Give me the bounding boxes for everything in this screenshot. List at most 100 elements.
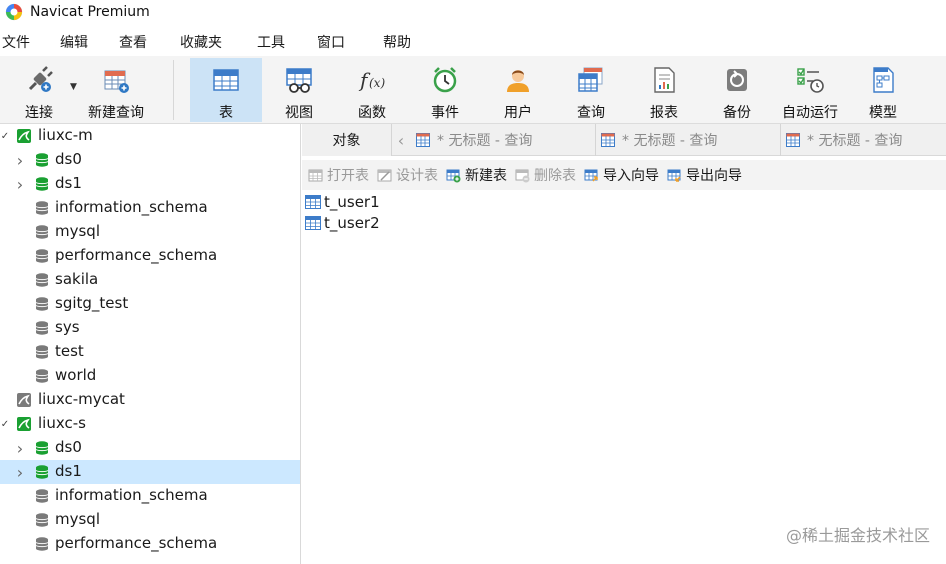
tree-item[interactable]: sakila	[0, 268, 300, 292]
expand-chevron-icon[interactable]: ›	[15, 151, 25, 170]
event-label: 事件	[431, 105, 459, 121]
menu-tools[interactable]: 工具	[255, 32, 287, 52]
database-open-icon	[34, 152, 50, 168]
table-label: 表	[219, 105, 233, 121]
new-query-label: 新建查询	[88, 105, 144, 121]
tree-item[interactable]: performance_schema	[0, 532, 300, 556]
menu-favorites[interactable]: 收藏夹	[178, 32, 224, 52]
function-button[interactable]: f (x) 函数	[343, 58, 401, 122]
tree-connection[interactable]: ✓ liuxc-s	[0, 412, 300, 436]
database-icon	[34, 488, 50, 504]
design-table-button[interactable]: 设计表	[377, 165, 438, 185]
tree-item-label: sys	[55, 318, 80, 336]
tree-item[interactable]: mysql	[0, 508, 300, 532]
tree-item-label: ds0	[55, 438, 82, 456]
tab-query-label: * 无标题 - 查询	[437, 133, 533, 149]
design-table-label: 设计表	[396, 168, 438, 184]
database-icon	[34, 344, 50, 360]
database-open-icon	[34, 440, 50, 456]
svg-text:(x): (x)	[369, 76, 385, 90]
connection-tree[interactable]: ✓ liuxc-m › ds0 › ds1 information_schema mysql p…	[0, 124, 301, 564]
alarm-clock-icon	[429, 64, 461, 96]
tab-query-3[interactable]: * 无标题 - 查询	[782, 124, 946, 156]
tree-item-label: ds0	[55, 150, 82, 168]
tab-query-label: * 无标题 - 查询	[807, 133, 903, 149]
query-button[interactable]: 查询	[562, 58, 620, 122]
tree-item-label: information_schema	[55, 486, 208, 504]
tab-bar: 对象 ‹ * 无标题 - 查询 * 无标题 - 查询 * 无标题 - 查询	[302, 124, 946, 156]
tab-objects[interactable]: 对象	[302, 124, 392, 156]
menu-help[interactable]: 帮助	[381, 32, 413, 52]
open-table-button[interactable]: 打开表	[308, 165, 369, 185]
menu-view[interactable]: 查看	[117, 32, 149, 52]
design-table-icon	[377, 168, 392, 183]
menu-edit[interactable]: 编辑	[58, 32, 90, 52]
expand-chevron-icon[interactable]: ›	[15, 439, 25, 458]
user-button[interactable]: 用户	[489, 58, 547, 122]
expand-chevron-icon[interactable]: ›	[15, 463, 25, 482]
tree-item[interactable]: › ds1	[0, 172, 300, 196]
database-icon	[34, 200, 50, 216]
model-button[interactable]: 模型	[854, 58, 912, 122]
connect-button[interactable]: 连接	[14, 58, 64, 122]
watermark: @稀土掘金技术社区	[785, 526, 930, 545]
expand-chevron-icon[interactable]: ›	[15, 175, 25, 194]
tree-connection[interactable]: ✓ liuxc-m	[0, 124, 300, 148]
tree-item[interactable]: › ds0	[0, 436, 300, 460]
tab-query-1[interactable]: * 无标题 - 查询	[412, 124, 596, 156]
database-open-icon	[34, 464, 50, 480]
table-icon	[305, 195, 321, 209]
tree-item-label: liuxc-mycat	[38, 390, 125, 408]
tree-item[interactable]: › ds1	[0, 460, 300, 484]
tree-item[interactable]: performance_schema	[0, 244, 300, 268]
backup-button[interactable]: 备份	[708, 58, 766, 122]
query-label: 查询	[577, 105, 605, 121]
tree-item[interactable]: information_schema	[0, 196, 300, 220]
tree-item[interactable]: sys	[0, 316, 300, 340]
tree-item[interactable]: information_schema	[0, 484, 300, 508]
tree-item-label: mysql	[55, 510, 100, 528]
collapse-chevron-icon[interactable]: ✓	[0, 419, 10, 430]
event-button[interactable]: 事件	[416, 58, 474, 122]
query-tab-icon	[786, 133, 800, 147]
tab-scroll-left-icon[interactable]: ‹	[394, 130, 408, 150]
list-item[interactable]: t_user2	[305, 213, 380, 233]
automation-button[interactable]: 自动运行	[776, 58, 844, 122]
view-button[interactable]: 视图	[270, 58, 328, 122]
window-title: Navicat Premium	[30, 4, 150, 20]
export-wizard-button[interactable]: 导出向导	[667, 165, 742, 185]
new-query-button[interactable]: 新建查询	[84, 58, 148, 122]
report-label: 报表	[650, 105, 678, 121]
tree-item-label: world	[55, 366, 97, 384]
delete-table-button[interactable]: 删除表	[515, 165, 576, 185]
new-query-icon	[100, 64, 132, 96]
database-icon	[34, 296, 50, 312]
database-icon	[34, 272, 50, 288]
tab-query-2[interactable]: * 无标题 - 查询	[597, 124, 781, 156]
tree-item[interactable]: sgitg_test	[0, 292, 300, 316]
tree-connection[interactable]: liuxc-mycat	[0, 388, 300, 412]
database-open-icon	[34, 176, 50, 192]
list-item[interactable]: t_user1	[305, 192, 380, 212]
menu-window[interactable]: 窗口	[315, 32, 347, 52]
database-icon	[34, 248, 50, 264]
tree-item-label: sakila	[55, 270, 99, 288]
function-label: 函数	[358, 105, 386, 121]
tree-item[interactable]: test	[0, 340, 300, 364]
collapse-chevron-icon[interactable]: ✓	[0, 131, 10, 142]
delete-table-label: 删除表	[534, 168, 576, 184]
tree-item[interactable]: mysql	[0, 220, 300, 244]
tree-item-label: test	[55, 342, 84, 360]
connect-dropdown-icon[interactable]: ▼	[70, 82, 77, 92]
menu-file[interactable]: 文件	[0, 32, 32, 52]
table-button[interactable]: 表	[190, 58, 262, 122]
new-table-button[interactable]: 新建表	[446, 165, 507, 185]
main-toolbar: 连接 ▼ 新建查询 表 视图 f (x) 函数 事件 用户 查询 报表 备份 自…	[0, 56, 946, 124]
backup-icon	[721, 64, 753, 96]
report-button[interactable]: 报表	[635, 58, 693, 122]
tree-item[interactable]: › ds0	[0, 148, 300, 172]
tree-item[interactable]: world	[0, 364, 300, 388]
automation-icon	[794, 64, 826, 96]
open-table-icon	[308, 168, 323, 183]
import-wizard-button[interactable]: 导入向导	[584, 165, 659, 185]
